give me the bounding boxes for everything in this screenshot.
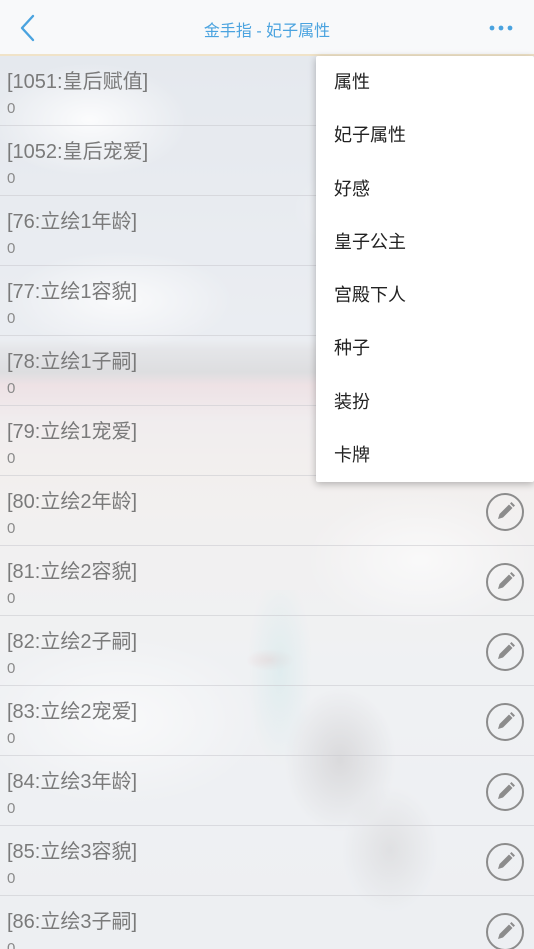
item-value: 0: [7, 660, 16, 677]
edit-button[interactable]: [485, 492, 525, 532]
item-label: [1052:皇后宠爱]: [7, 141, 149, 163]
item-label: [1051:皇后赋值]: [7, 71, 149, 93]
item-label: [86:立绘3子嗣]: [7, 911, 138, 933]
overflow-menu: 属性 妃子属性 好感 皇子公主 宫殿下人 种子 装扮 卡牌: [316, 56, 534, 482]
item-label: [83:立绘2宠爱]: [7, 701, 138, 723]
item-value: 0: [7, 590, 16, 607]
list-item[interactable]: [86:立绘3子嗣] 0: [0, 896, 534, 949]
menu-item-cards[interactable]: 卡牌: [316, 429, 534, 482]
more-horizontal-icon: [489, 25, 513, 31]
item-label: [77:立绘1容貌]: [7, 281, 138, 303]
item-value: 0: [7, 310, 16, 327]
more-options-button[interactable]: [484, 12, 518, 44]
menu-item-outfits[interactable]: 装扮: [316, 376, 534, 429]
item-value: 0: [7, 870, 16, 887]
edit-button[interactable]: [485, 702, 525, 742]
list-item[interactable]: [84:立绘3年龄] 0: [0, 756, 534, 826]
item-label: [84:立绘3年龄]: [7, 771, 138, 793]
list-item[interactable]: [81:立绘2容貌] 0: [0, 546, 534, 616]
menu-item-prince-princess[interactable]: 皇子公主: [316, 216, 534, 269]
item-value: 0: [7, 520, 16, 537]
menu-item-favor[interactable]: 好感: [316, 163, 534, 216]
item-label: [85:立绘3容貌]: [7, 841, 138, 863]
item-label: [80:立绘2年龄]: [7, 491, 138, 513]
item-value: 0: [7, 800, 16, 817]
pencil-icon: [486, 843, 524, 881]
top-app-bar: 金手指 - 妃子属性: [0, 0, 534, 56]
item-label: [79:立绘1宠爱]: [7, 421, 138, 443]
pencil-icon: [486, 493, 524, 531]
edit-button[interactable]: [485, 632, 525, 672]
edit-button[interactable]: [485, 562, 525, 602]
item-label: [76:立绘1年龄]: [7, 211, 138, 233]
menu-item-attributes[interactable]: 属性: [316, 56, 534, 109]
menu-item-consort-attributes[interactable]: 妃子属性: [316, 109, 534, 162]
list-item[interactable]: [85:立绘3容貌] 0: [0, 826, 534, 896]
item-label: [81:立绘2容貌]: [7, 561, 138, 583]
item-value: 0: [7, 100, 16, 117]
list-item[interactable]: [80:立绘2年龄] 0: [0, 476, 534, 546]
edit-button[interactable]: [485, 842, 525, 882]
pencil-icon: [486, 703, 524, 741]
item-value: 0: [7, 730, 16, 747]
pencil-icon: [486, 773, 524, 811]
list-item[interactable]: [83:立绘2宠爱] 0: [0, 686, 534, 756]
item-value: 0: [7, 170, 16, 187]
item-value: 0: [7, 380, 16, 397]
item-value: 0: [7, 450, 16, 467]
edit-button[interactable]: [485, 772, 525, 812]
edit-button[interactable]: [485, 912, 525, 949]
pencil-icon: [486, 913, 524, 949]
pencil-icon: [486, 563, 524, 601]
pencil-icon: [486, 633, 524, 671]
menu-item-seeds[interactable]: 种子: [316, 322, 534, 375]
item-value: 0: [7, 940, 16, 949]
list-item[interactable]: [82:立绘2子嗣] 0: [0, 616, 534, 686]
menu-item-palace-servants[interactable]: 宫殿下人: [316, 269, 534, 322]
page-title: 金手指 - 妃子属性: [203, 23, 331, 40]
item-value: 0: [7, 240, 16, 257]
item-label: [78:立绘1子嗣]: [7, 351, 138, 373]
item-label: [82:立绘2子嗣]: [7, 631, 138, 653]
